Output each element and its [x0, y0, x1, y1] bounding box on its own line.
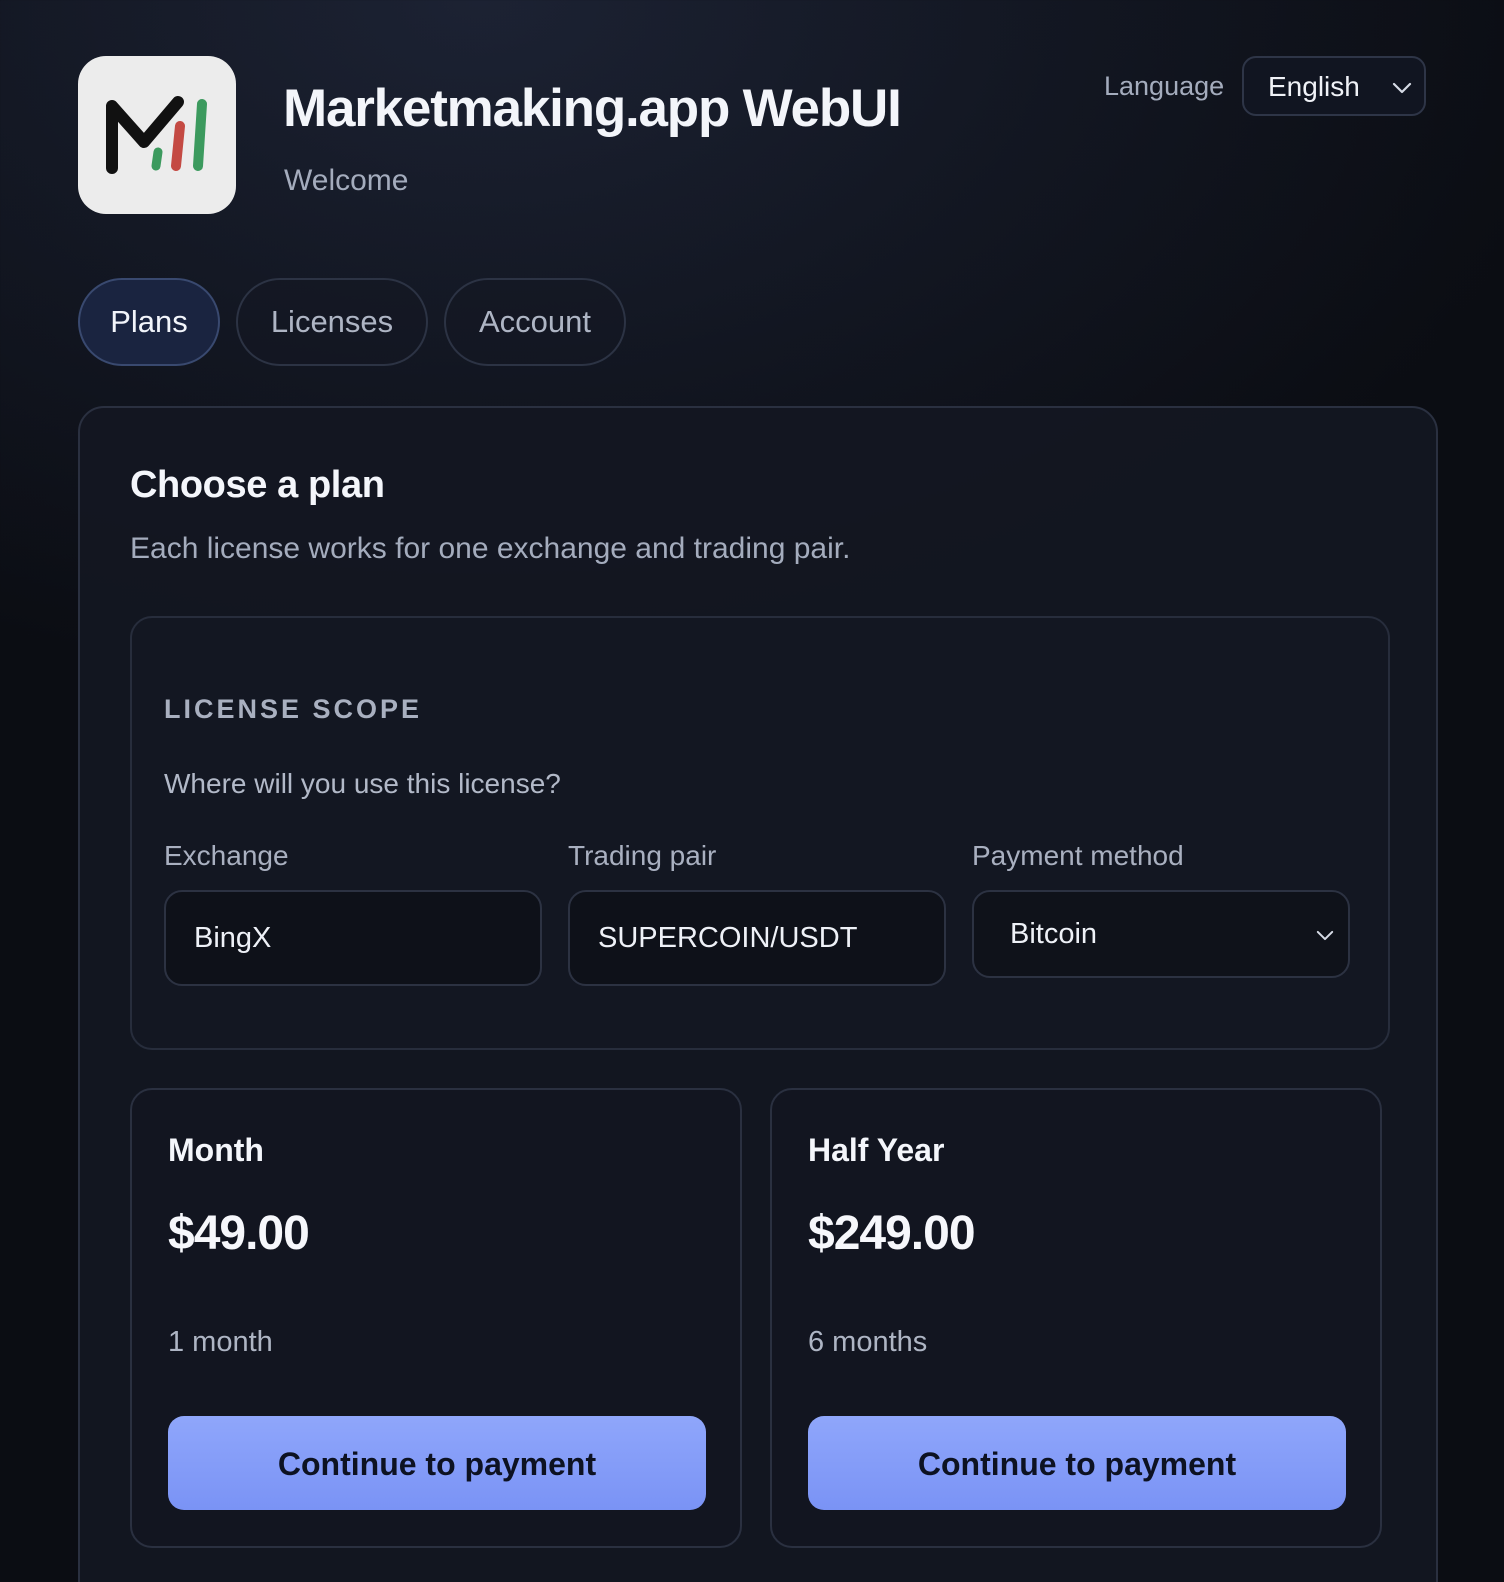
trading-pair-value: SUPERCOIN/USDT	[598, 922, 858, 954]
payment-method-label: Payment method	[972, 840, 1184, 871]
plan-price: $249.00	[808, 1207, 976, 1260]
plan-card-half-year: Half Year $249.00 6 months Continue to p…	[770, 1088, 1382, 1548]
language-value: English	[1268, 71, 1360, 102]
logo-mark-icon	[106, 96, 207, 174]
app-logo	[78, 56, 236, 214]
app-title: Marketmaking.app WebUI	[283, 79, 902, 138]
tab-plans[interactable]: Plans	[78, 278, 220, 366]
plan-duration: 6 months	[808, 1326, 928, 1358]
panel-subtitle: Each license works for one exchange and …	[130, 532, 851, 565]
plan-name: Half Year	[808, 1132, 945, 1168]
payment-method-value: Bitcoin	[1010, 918, 1098, 950]
license-scope-heading: LICENSE SCOPE	[164, 694, 423, 724]
trading-pair-label: Trading pair	[568, 840, 717, 871]
chevron-down-icon	[1392, 82, 1412, 94]
exchange-label: Exchange	[164, 840, 289, 871]
plan-duration: 1 month	[168, 1326, 273, 1358]
exchange-value: BingX	[194, 922, 272, 954]
language-label: Language	[1104, 71, 1225, 101]
license-scope-question: Where will you use this license?	[164, 768, 561, 799]
chevron-down-icon	[1316, 930, 1334, 941]
plans-panel: Choose a plan Each license works for one…	[78, 406, 1438, 1582]
welcome-text: Welcome	[284, 164, 409, 197]
trading-pair-input[interactable]: SUPERCOIN/USDT	[568, 890, 946, 986]
language-select[interactable]: English	[1242, 56, 1426, 116]
plan-name: Month	[168, 1132, 264, 1168]
tab-licenses[interactable]: Licenses	[236, 278, 428, 366]
panel-title: Choose a plan	[130, 464, 385, 506]
tab-account[interactable]: Account	[444, 278, 626, 366]
payment-method-select[interactable]: Bitcoin	[972, 890, 1350, 978]
continue-to-payment-button[interactable]: Continue to payment	[808, 1416, 1346, 1510]
header: Marketmaking.app WebUI Welcome Language …	[78, 56, 1438, 216]
plan-price: $49.00	[168, 1207, 310, 1260]
continue-to-payment-button[interactable]: Continue to payment	[168, 1416, 706, 1510]
exchange-input[interactable]: BingX	[164, 890, 542, 986]
plan-card-month: Month $49.00 1 month Continue to payment	[130, 1088, 742, 1548]
license-scope-card: LICENSE SCOPE Where will you use this li…	[130, 616, 1390, 1050]
